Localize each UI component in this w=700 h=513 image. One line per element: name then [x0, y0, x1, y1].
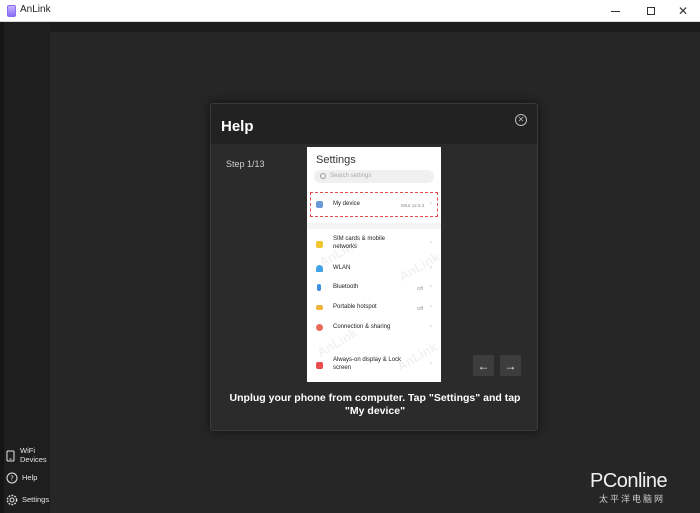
window-title: AnLink: [20, 4, 51, 15]
svg-text:?: ?: [10, 475, 14, 483]
close-icon: ✕: [517, 115, 525, 124]
lock-icon: [316, 362, 323, 369]
arrow-left-icon: ←: [477, 358, 490, 373]
minimize-button[interactable]: [598, 0, 632, 22]
minimize-icon: [610, 10, 620, 12]
phone-row-bluetooth: Bluetooth Off ›: [307, 282, 441, 294]
brand-watermark: PConline: [590, 470, 668, 492]
sidebar-item-label: WiFi Devices: [20, 446, 47, 464]
step-instruction: Unplug your phone from computer. Tap "Se…: [229, 392, 521, 417]
sidebar-item-help[interactable]: ? Help: [6, 472, 37, 484]
app-icon: [7, 5, 16, 17]
bluetooth-icon: [317, 284, 321, 291]
chevron-right-icon: ›: [430, 324, 432, 330]
next-step-button[interactable]: →: [500, 355, 521, 376]
phone-section-divider: [307, 223, 441, 229]
search-icon: [320, 173, 326, 179]
row-value: Off: [417, 286, 423, 291]
sidebar-item-label: Settings: [22, 494, 50, 504]
phone-search-bar: Search settings: [314, 170, 434, 183]
row-label: WLAN: [333, 265, 351, 271]
row-value: Off: [417, 306, 423, 311]
chevron-right-icon: ›: [430, 304, 432, 310]
row-label: My device: [333, 201, 361, 207]
sidebar-item-wifi-devices[interactable]: WiFi Devices: [6, 446, 50, 464]
sidebar-item-label: Help: [22, 472, 38, 482]
row-label: Always-on display & Lock screen: [333, 357, 402, 371]
phone-screenshot: Settings Search settings My device MIUI …: [307, 147, 441, 382]
row-label: Portable hotspot: [333, 304, 377, 310]
sidebar-item-settings[interactable]: Settings: [6, 494, 49, 506]
chevron-right-icon: ›: [430, 361, 432, 367]
close-window-button[interactable]: ✕: [666, 0, 700, 22]
phone-search-placeholder: Search settings: [330, 172, 372, 179]
help-dialog: Help ✕ Step 1/13 Settings Search setting…: [210, 103, 538, 431]
row-value: MIUI 12.5.3: [401, 203, 425, 208]
device-icon: [316, 201, 323, 208]
row-label: Bluetooth: [333, 284, 359, 290]
step-indicator: Step 1/13: [226, 159, 265, 169]
chevron-right-icon: ›: [430, 201, 432, 207]
arrow-right-icon: →: [504, 358, 517, 373]
title-bar: AnLink ✕: [0, 0, 700, 22]
help-icon: ?: [6, 472, 18, 484]
chevron-right-icon: ›: [430, 284, 432, 290]
sidebar: [0, 22, 50, 513]
sim-icon: [316, 241, 323, 248]
maximize-icon: [647, 7, 655, 15]
gear-icon: [6, 494, 18, 506]
dialog-title: Help: [221, 118, 254, 135]
phone-icon: [6, 450, 15, 461]
close-icon: ✕: [677, 4, 689, 18]
dialog-header: Help ✕: [211, 104, 537, 144]
phone-row-connection: Connection & sharing ›: [307, 322, 441, 334]
dialog-close-button[interactable]: ✕: [515, 114, 527, 126]
maximize-button[interactable]: [634, 0, 668, 22]
chevron-right-icon: ›: [430, 240, 432, 246]
connection-icon: [316, 324, 323, 331]
brand-watermark-sub: 太平洋电脑网: [599, 494, 666, 504]
phone-row-hotspot: Portable hotspot Off ›: [307, 302, 441, 314]
phone-settings-title: Settings: [316, 154, 356, 166]
phone-row-my-device: My device MIUI 12.5.3 ›: [307, 199, 441, 211]
hotspot-icon: [316, 305, 323, 310]
sidebar-edge: [0, 22, 4, 513]
previous-step-button[interactable]: ←: [473, 355, 494, 376]
